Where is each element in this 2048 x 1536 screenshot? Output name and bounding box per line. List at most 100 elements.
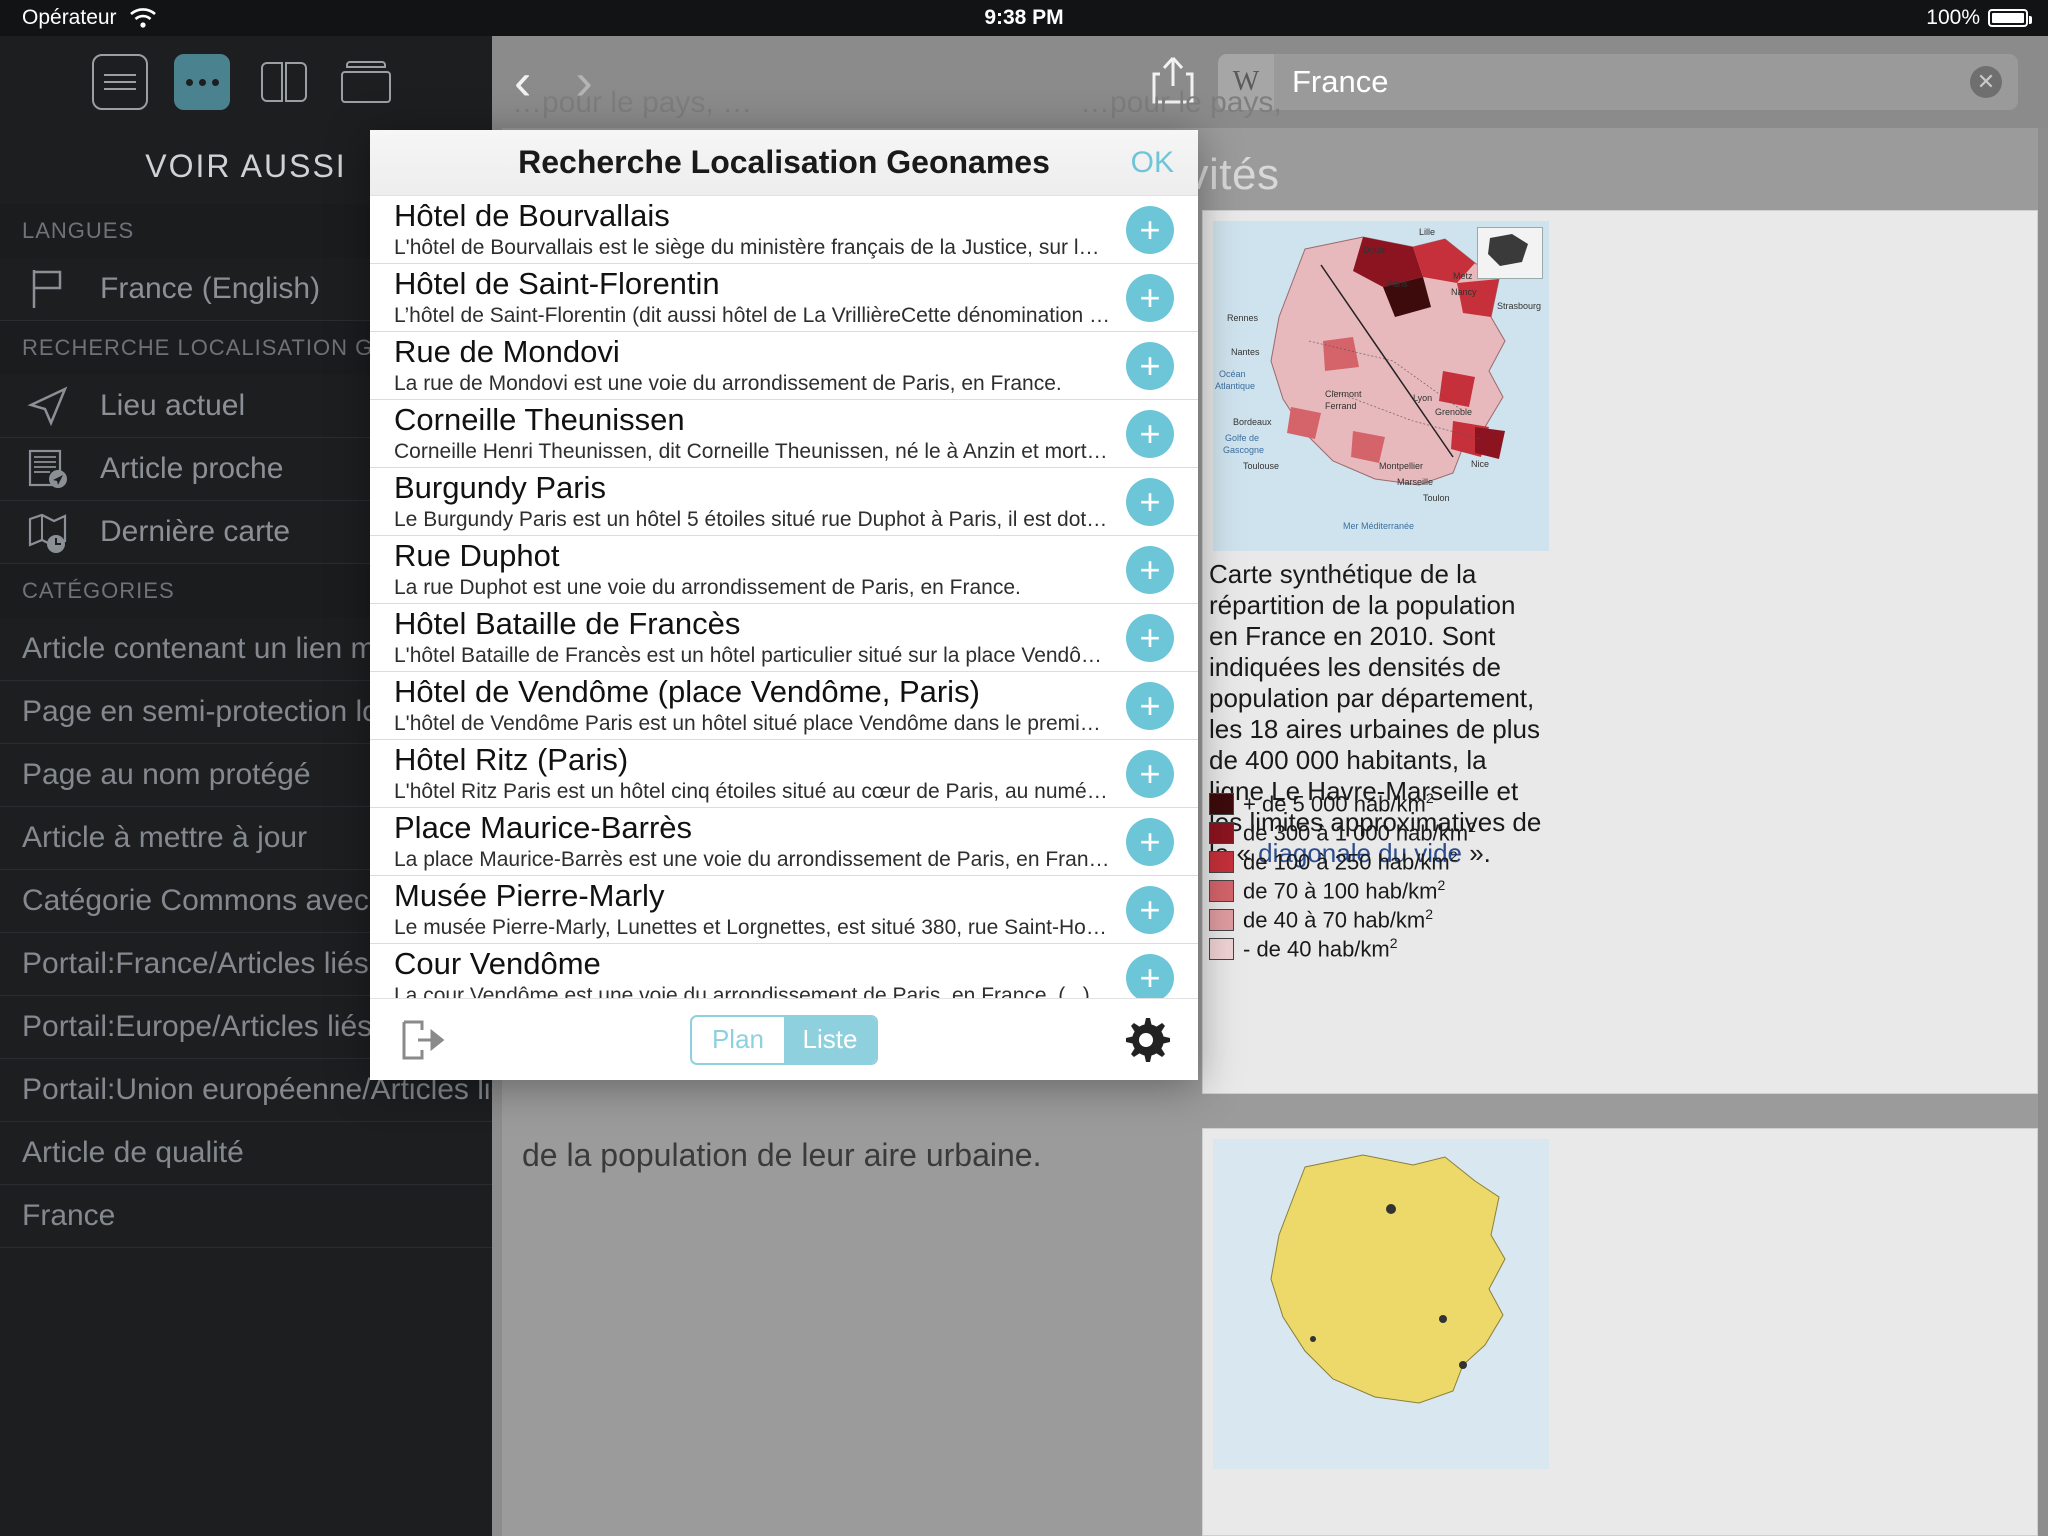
legend-swatch	[1209, 821, 1234, 844]
legend-item: + de 5 000 hab/km2	[1209, 789, 1549, 818]
legend-swatch	[1209, 908, 1234, 931]
url-bar[interactable]: W France ✕	[1218, 54, 2018, 110]
plus-icon[interactable]: +	[1126, 681, 1174, 730]
list-item[interactable]: Corneille Theunissen Corneille Henri The…	[370, 400, 1198, 468]
legend-label: de 70 à 100 hab/km	[1243, 878, 1438, 904]
list-item[interactable]: Hôtel de Saint-Florentin L’hôtel de Sain…	[370, 264, 1198, 332]
plus-icon[interactable]: +	[1126, 273, 1174, 322]
view-mode-segmented-control[interactable]: Plan Liste	[690, 1014, 878, 1065]
legend-swatch	[1209, 937, 1234, 960]
plus-icon[interactable]: +	[1126, 817, 1174, 866]
legend-item: de 40 à 70 hab/km2	[1209, 905, 1549, 934]
map-inset	[1477, 227, 1543, 279]
legend-label: + de 5 000 hab/km	[1243, 791, 1426, 817]
url-input[interactable]: France	[1274, 64, 1970, 100]
segment-plan[interactable]: Plan	[692, 1017, 784, 1063]
plus-icon[interactable]: +	[1126, 205, 1174, 254]
sidebar-item-label: Dernière carte	[100, 515, 291, 548]
result-description: Le Burgundy Paris est un hôtel 5 étoiles…	[394, 507, 1110, 531]
legend-exponent: 2	[1449, 847, 1458, 864]
list-item[interactable]: Hôtel de Vendôme (place Vendôme, Paris) …	[370, 672, 1198, 740]
plus-icon[interactable]: +	[1126, 409, 1174, 458]
nearby-article-icon	[0, 446, 96, 492]
clock: 9:38 PM	[984, 6, 1064, 29]
result-description: La place Maurice-Barrès est une voie du …	[394, 847, 1110, 871]
france-density-map: Lille Douai Paris Metz Nancy Strasbourg …	[1213, 221, 1549, 551]
plus-icon[interactable]: +	[1126, 885, 1174, 934]
result-description: La rue Duphot est une voie du arrondisse…	[394, 575, 1021, 599]
list-item[interactable]: Rue de Mondovi La rue de Mondovi est une…	[370, 332, 1198, 400]
ok-button[interactable]: OK	[1131, 146, 1174, 180]
result-description: L’hôtel de Saint-Florentin (dit aussi hô…	[394, 303, 1110, 327]
battery-percent: 100%	[1926, 6, 1980, 29]
book-view-icon[interactable]	[256, 54, 312, 110]
plus-icon[interactable]: +	[1126, 613, 1174, 662]
plus-icon[interactable]: +	[1126, 545, 1174, 594]
sidebar-toolbar	[0, 36, 492, 128]
flag-icon	[0, 266, 96, 312]
list-item[interactable]: Hôtel Bataille de Francès L'hôtel Batail…	[370, 604, 1198, 672]
result-title: Hôtel de Vendôme (place Vendôme, Paris)	[394, 674, 980, 709]
result-title: Burgundy Paris	[394, 470, 606, 505]
result-description: L'hôtel Bataille de Francès est un hôtel…	[394, 643, 1110, 667]
legend-label: de 300 à 1 000 hab/km	[1243, 820, 1469, 846]
legend-exponent: 2	[1389, 934, 1398, 951]
legend-exponent: 2	[1468, 818, 1476, 835]
gear-icon[interactable]	[1120, 1014, 1172, 1066]
legend-exponent: 2	[1437, 876, 1446, 893]
result-description: L'hôtel de Vendôme Paris est un hôtel si…	[394, 711, 1110, 735]
plus-icon[interactable]: +	[1126, 953, 1174, 998]
more-view-icon[interactable]	[174, 54, 230, 110]
list-view-icon[interactable]	[92, 54, 148, 110]
list-item[interactable]: Musée Pierre-Marly Le musée Pierre-Marly…	[370, 876, 1198, 944]
legend-label: de 40 à 70 hab/km	[1243, 907, 1426, 933]
legend-swatch	[1209, 850, 1234, 873]
sidebar-item-label: France (English)	[100, 272, 321, 305]
map-legend: + de 5 000 hab/km2 de 300 à 1 000 hab/km…	[1209, 789, 1549, 963]
sidebar-item-label: Article proche	[100, 452, 284, 485]
result-title: Cour Vendôme	[394, 946, 601, 981]
list-item[interactable]: Rue Duphot La rue Duphot est une voie du…	[370, 536, 1198, 604]
battery-icon	[1988, 9, 2032, 27]
list-item[interactable]: Hôtel de Bourvallais L'hôtel de Bourvall…	[370, 196, 1198, 264]
archive-view-icon[interactable]	[338, 54, 394, 110]
result-description: L'hôtel Ritz Paris est un hôtel cinq éto…	[394, 779, 1110, 803]
result-description: La rue de Mondovi est une voie du arrond…	[394, 371, 1062, 395]
plus-icon[interactable]: +	[1126, 749, 1174, 798]
modal-header: Recherche Localisation Geonames OK	[370, 130, 1198, 196]
clear-icon[interactable]: ✕	[1970, 66, 2002, 98]
article-figure-card: Lille Douai Paris Metz Nancy Strasbourg …	[1202, 210, 2038, 1094]
status-bar: Opérateur 9:38 PM 100%	[0, 0, 2048, 36]
recent-map-icon	[0, 509, 96, 555]
legend-item: de 70 à 100 hab/km2	[1209, 876, 1549, 905]
plus-icon[interactable]: +	[1126, 341, 1174, 390]
legend-item: - de 40 hab/km2	[1209, 934, 1549, 963]
list-item[interactable]: Hôtel Ritz (Paris) L'hôtel Ritz Paris es…	[370, 740, 1198, 808]
location-arrow-icon	[0, 383, 96, 429]
list-item[interactable]: Place Maurice-Barrès La place Maurice-Ba…	[370, 808, 1198, 876]
modal-footer: Plan Liste	[370, 998, 1198, 1080]
export-icon[interactable]	[396, 1014, 448, 1066]
list-item[interactable]: Cour Vendôme La cour Vendôme est une voi…	[370, 944, 1198, 998]
result-title: Hôtel Bataille de Francès	[394, 606, 741, 641]
legend-exponent: 2	[1425, 789, 1434, 806]
sidebar-item-category[interactable]: Article de qualité	[0, 1122, 492, 1185]
results-list[interactable]: Hôtel de Bourvallais L'hôtel de Bourvall…	[370, 196, 1198, 998]
article-figure-card-2	[1202, 1128, 2038, 1536]
result-description: Corneille Henri Theunissen, dit Corneill…	[394, 439, 1110, 463]
list-item[interactable]: Burgundy Paris Le Burgundy Paris est un …	[370, 468, 1198, 536]
legend-label: de 100 à 250 hab/km	[1243, 849, 1450, 875]
segment-liste[interactable]: Liste	[784, 1016, 876, 1063]
result-title: Musée Pierre-Marly	[394, 878, 665, 913]
result-description: L'hôtel de Bourvallais est le siège du m…	[394, 235, 1110, 259]
result-title: Hôtel de Saint-Florentin	[394, 266, 720, 301]
result-title: Hôtel Ritz (Paris)	[394, 742, 629, 777]
plus-icon[interactable]: +	[1126, 477, 1174, 526]
result-description: La cour Vendôme est une voie du arrondis…	[394, 983, 1090, 999]
result-title: Hôtel de Bourvallais	[394, 198, 670, 233]
legend-item: de 300 à 1 000 hab/km2	[1209, 818, 1549, 847]
result-title: Corneille Theunissen	[394, 402, 685, 437]
sidebar-item-category[interactable]: France	[0, 1185, 492, 1248]
battery-indicator: 100%	[1926, 6, 2032, 30]
result-title: Rue Duphot	[394, 538, 560, 573]
